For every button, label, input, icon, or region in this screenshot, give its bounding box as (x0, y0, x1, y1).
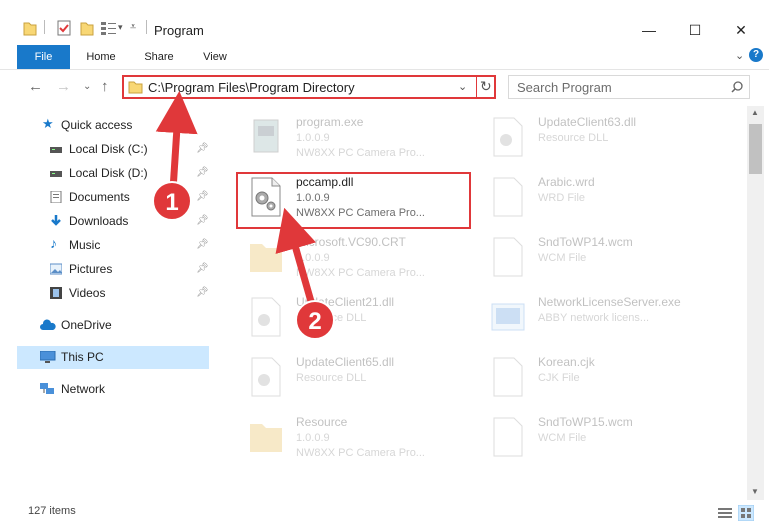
step-1-badge: 1 (152, 181, 192, 221)
annotation-arrows (155, 91, 316, 306)
arrow-to-pccamp-dll (275, 207, 316, 306)
step-2-badge: 2 (295, 300, 335, 340)
arrow-to-address-bar (155, 91, 198, 191)
